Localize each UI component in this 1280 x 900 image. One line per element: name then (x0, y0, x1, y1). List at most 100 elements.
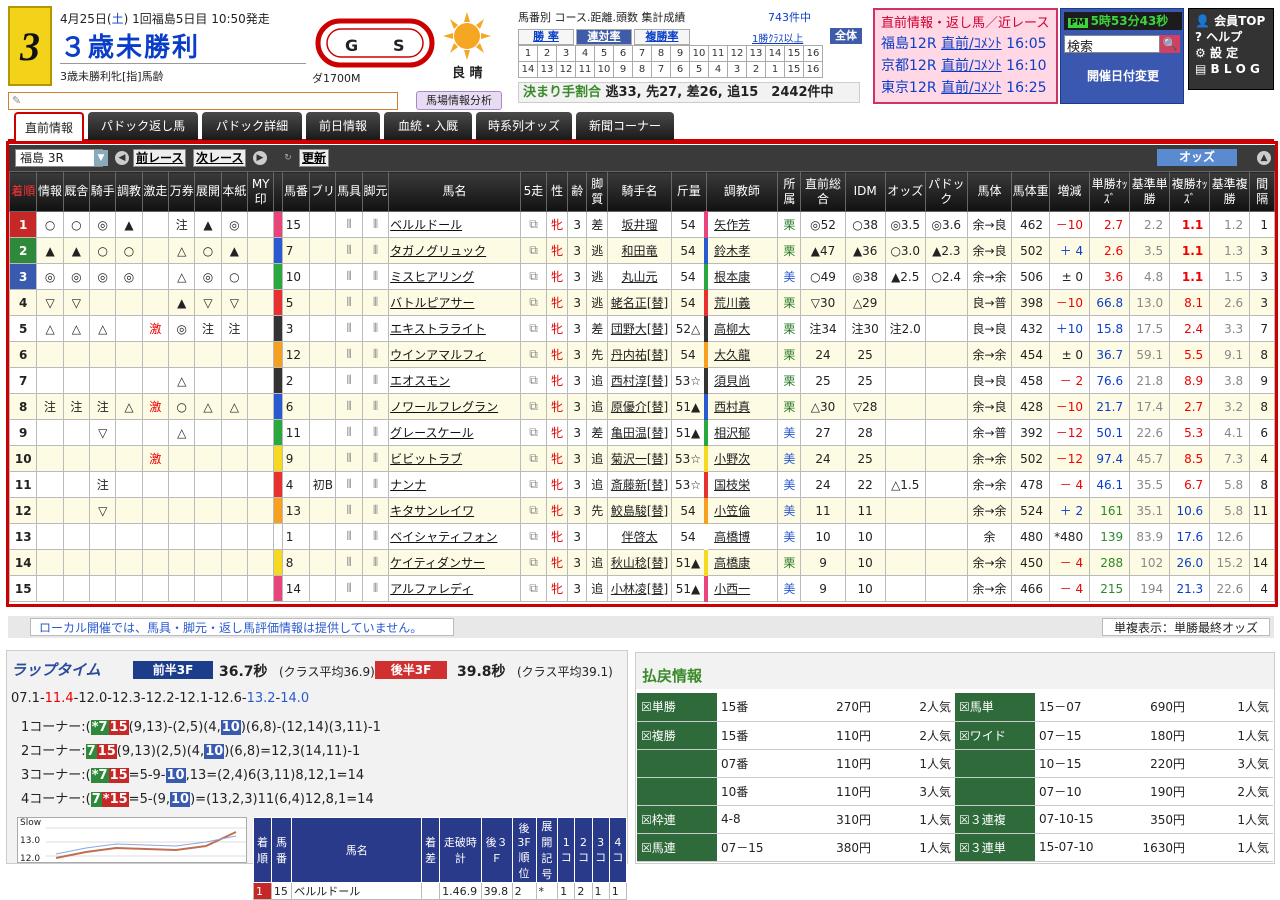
cell-trainer[interactable]: 矢作芳 (704, 211, 779, 238)
table-row[interactable]: 3 ◎ ◎ ◎ ◎ △ ◎ ○ 10 ⦀ ⦀ ミスヒアリング ⧉ 牝 3 逃丸山元 54 根本康美 ○49 ◎38 ▲2… (8, 263, 1275, 290)
column-header[interactable]: 斤量 (670, 171, 707, 212)
cell-trainer[interactable]: 荒川義 (704, 289, 779, 316)
tab-paddock-return[interactable]: パドック返し馬 (88, 112, 198, 140)
column-header[interactable]: 馬名 (388, 171, 521, 212)
cell-jockey[interactable]: 丹内祐[替] (607, 341, 672, 368)
cell-jockey[interactable]: 坂井瑠 (607, 211, 672, 238)
cell-trainer[interactable]: 須貝尚 (704, 367, 779, 394)
tab-quinella-rate[interactable]: 連対率 (576, 29, 632, 45)
cell-jockey[interactable]: 鮫島駿[替] (607, 497, 672, 524)
cell-name[interactable]: ビビットラブ (388, 445, 521, 472)
column-header[interactable]: 単勝ｵｯｽﾞ (1089, 171, 1131, 212)
prev-race-button[interactable]: 前レース (133, 149, 187, 167)
cell-trainer[interactable]: 西村真 (704, 393, 779, 420)
table-row[interactable]: 8 注注注 △ 激 ○ △ △ 6 ⦀ ⦀ ノワールフレグラン ⧉ 牝 3 追原優介[替] 51▲ 西村真栗 △3… (8, 393, 1275, 420)
cell-trainer[interactable]: 小西一 (704, 575, 779, 602)
past-races-icon[interactable]: ⧉ (519, 445, 548, 472)
table-row[interactable]: 2 ▲ ▲ ○ ○ △ ○ ▲ 7 ⦀ ⦀ タガノグリュック ⧉ 牝 3 逃和田竜 54 鈴木孝栗 ▲47 ▲36 ○3… (8, 237, 1275, 264)
change-date-button[interactable]: 開催日付変更 (1061, 67, 1185, 84)
cell-jockey[interactable]: 斎藤新[替] (607, 471, 672, 498)
column-header[interactable]: 増減 (1049, 171, 1091, 212)
cell-name[interactable]: ミスヒアリング (388, 263, 521, 290)
tab-pedigree[interactable]: 血統・入厩 (384, 112, 472, 140)
past-races-icon[interactable]: ⧉ (519, 393, 548, 420)
column-header[interactable]: 万券 (168, 171, 196, 212)
column-header[interactable]: 馬具 (335, 171, 363, 212)
column-header[interactable]: 所属 (777, 171, 802, 212)
cell-jockey[interactable]: 秋山稔[替] (607, 549, 672, 576)
cell-name[interactable]: バトルピアサー (388, 289, 521, 316)
collapse-icon[interactable]: ▲ (1257, 151, 1271, 165)
table-row[interactable]: 6 12 ⦀ ⦀ ウインアマルフィ ⧉ 牝 3 先丹内祐[替] 54 大久龍栗 24 25 余→余 454 ±… (8, 341, 1275, 368)
column-header[interactable]: 激走 (141, 171, 170, 212)
column-header[interactable]: 間隔 (1249, 171, 1275, 212)
table-row[interactable]: 7 △ 2 ⦀ ⦀ エオスモン ⧉ 牝 3 追西村淳[替] 53☆ 須貝尚栗 25 25 良→良 458 － 2… (8, 367, 1275, 394)
tab-newspaper[interactable]: 新聞コーナー (576, 112, 674, 140)
column-header[interactable]: 複勝ｵｯｽﾞ (1169, 171, 1211, 212)
cell-name[interactable]: グレースケール (388, 419, 521, 446)
next-arrow-icon[interactable]: ▶ (253, 151, 267, 165)
column-header[interactable]: 5走 (519, 171, 548, 212)
column-header[interactable]: 調教師 (705, 171, 779, 212)
cell-trainer[interactable]: 国枝栄 (704, 471, 779, 498)
cell-trainer[interactable]: 根本康 (704, 263, 779, 290)
odds-button[interactable]: オッズ (1157, 149, 1237, 166)
table-row[interactable]: 5 △ △ △ 激 ◎ 注注 3 ⦀ ⦀ エキストラライト ⧉ 牝 3 差団野大[替] 52△ 高柳大栗注34 注… (8, 315, 1275, 342)
cell-trainer[interactable]: 大久龍 (704, 341, 779, 368)
column-header[interactable]: 馬番 (281, 171, 311, 212)
past-races-icon[interactable]: ⧉ (519, 575, 548, 602)
column-header[interactable]: 馬体重 (1011, 171, 1051, 212)
cell-trainer[interactable]: 相沢郁 (704, 419, 779, 446)
search-icon[interactable]: 🔍 (1160, 35, 1180, 53)
past-races-icon[interactable]: ⧉ (519, 237, 548, 264)
cell-jockey[interactable]: 蛯名正[替] (607, 289, 672, 316)
past-races-icon[interactable]: ⧉ (519, 211, 548, 238)
recent-race-link[interactable]: 直前/ｺﾒﾝﾄ (941, 80, 1002, 96)
memo-input[interactable] (8, 92, 398, 110)
table-row[interactable]: 15 14 ⦀ ⦀ アルファレディ ⧉ 牝 3 追小林凌[替] 51▲ 小西一美 9 10 余→余 466 －… (8, 575, 1275, 602)
column-header[interactable]: 脚質 (586, 171, 609, 212)
cell-trainer[interactable]: 高橋博 (704, 523, 779, 550)
column-header[interactable]: パドック (924, 171, 968, 212)
cell-name[interactable]: アルファレディ (388, 575, 521, 602)
past-races-icon[interactable]: ⧉ (519, 549, 548, 576)
cell-name[interactable]: キタサンレイワ (388, 497, 521, 524)
past-races-icon[interactable]: ⧉ (519, 471, 548, 498)
column-header[interactable]: 基準複勝 (1209, 171, 1251, 212)
cell-name[interactable]: タガノグリュック (388, 237, 521, 264)
column-header[interactable] (273, 171, 283, 212)
tab-pre-race[interactable]: 直前情報 (14, 112, 84, 143)
table-row[interactable]: 4 ▽ ▽ ▲ ▽ ▽ 5 ⦀ ⦀ バトルピアサー ⧉ 牝 3 逃蛯名正[替] 54 荒川義栗 ▽30 △29 良→… (8, 289, 1275, 316)
column-header[interactable]: オッズ (884, 171, 926, 212)
column-header[interactable]: 厩舎 (62, 171, 91, 212)
class-filter-link[interactable]: 1勝ｸﾗｽ以上 (752, 30, 803, 45)
column-header[interactable]: IDM (844, 171, 886, 212)
table-row[interactable]: 12 ▽ 13 ⦀ ⦀ キタサンレイワ ⧉ 牝 3 先鮫島駿[替] 54 小笠倫美 11 11 余→余 524… (8, 497, 1275, 524)
nav-help[interactable]: ? ヘルプ (1195, 29, 1267, 45)
cell-trainer[interactable]: 鈴木孝 (704, 237, 779, 264)
cell-name[interactable]: ノワールフレグラン (388, 393, 521, 420)
table-row[interactable]: 1 ○ ○ ◎ ▲ 注 ▲ ◎ 15 ⦀ ⦀ ベルルドール ⧉ 牝 3 差坂井瑠 54 矢作芳栗 ◎52 ○38 ◎3.… (8, 211, 1275, 238)
table-row[interactable]: 11 注 4 初B ⦀ ⦀ ナンナ ⧉ 牝 3 追斎藤新[替] 53☆ 国枝栄美 24 22 △1.5 余→余 4… (8, 471, 1275, 498)
cell-jockey[interactable]: 丸山元 (607, 263, 672, 290)
table-row[interactable]: 14 8 ⦀ ⦀ ケイティダンサー ⧉ 牝 3 追秋山稔[替] 51▲ 高橋康栗 9 10 余→余 450 －… (8, 549, 1275, 576)
cell-name[interactable]: エキストラライト (388, 315, 521, 342)
recent-race-link[interactable]: 直前/ｺﾒﾝﾄ (941, 36, 1002, 52)
prev-arrow-icon[interactable]: ◀ (115, 151, 129, 165)
past-races-icon[interactable]: ⧉ (519, 289, 548, 316)
cell-jockey[interactable]: 和田竜 (607, 237, 672, 264)
cell-name[interactable]: ベルルドール (388, 211, 521, 238)
cell-jockey[interactable]: 団野大[替] (607, 315, 672, 342)
cell-name[interactable]: ベイシャティフォン (388, 523, 521, 550)
column-header[interactable]: MY印 (247, 171, 275, 212)
update-button[interactable]: 更新 (299, 149, 330, 167)
column-header[interactable]: 本紙 (220, 171, 249, 212)
column-header[interactable]: 騎手名 (607, 171, 672, 212)
tab-place-rate[interactable]: 複勝率 (634, 29, 690, 45)
column-header[interactable]: 齢 (567, 171, 588, 212)
column-header[interactable]: 直前総合 (800, 171, 846, 212)
past-races-icon[interactable]: ⧉ (519, 419, 548, 446)
cell-jockey[interactable]: 西村淳[替] (607, 367, 672, 394)
tab-odds-history[interactable]: 時系列オッズ (476, 112, 572, 140)
cell-name[interactable]: ナンナ (388, 471, 521, 498)
